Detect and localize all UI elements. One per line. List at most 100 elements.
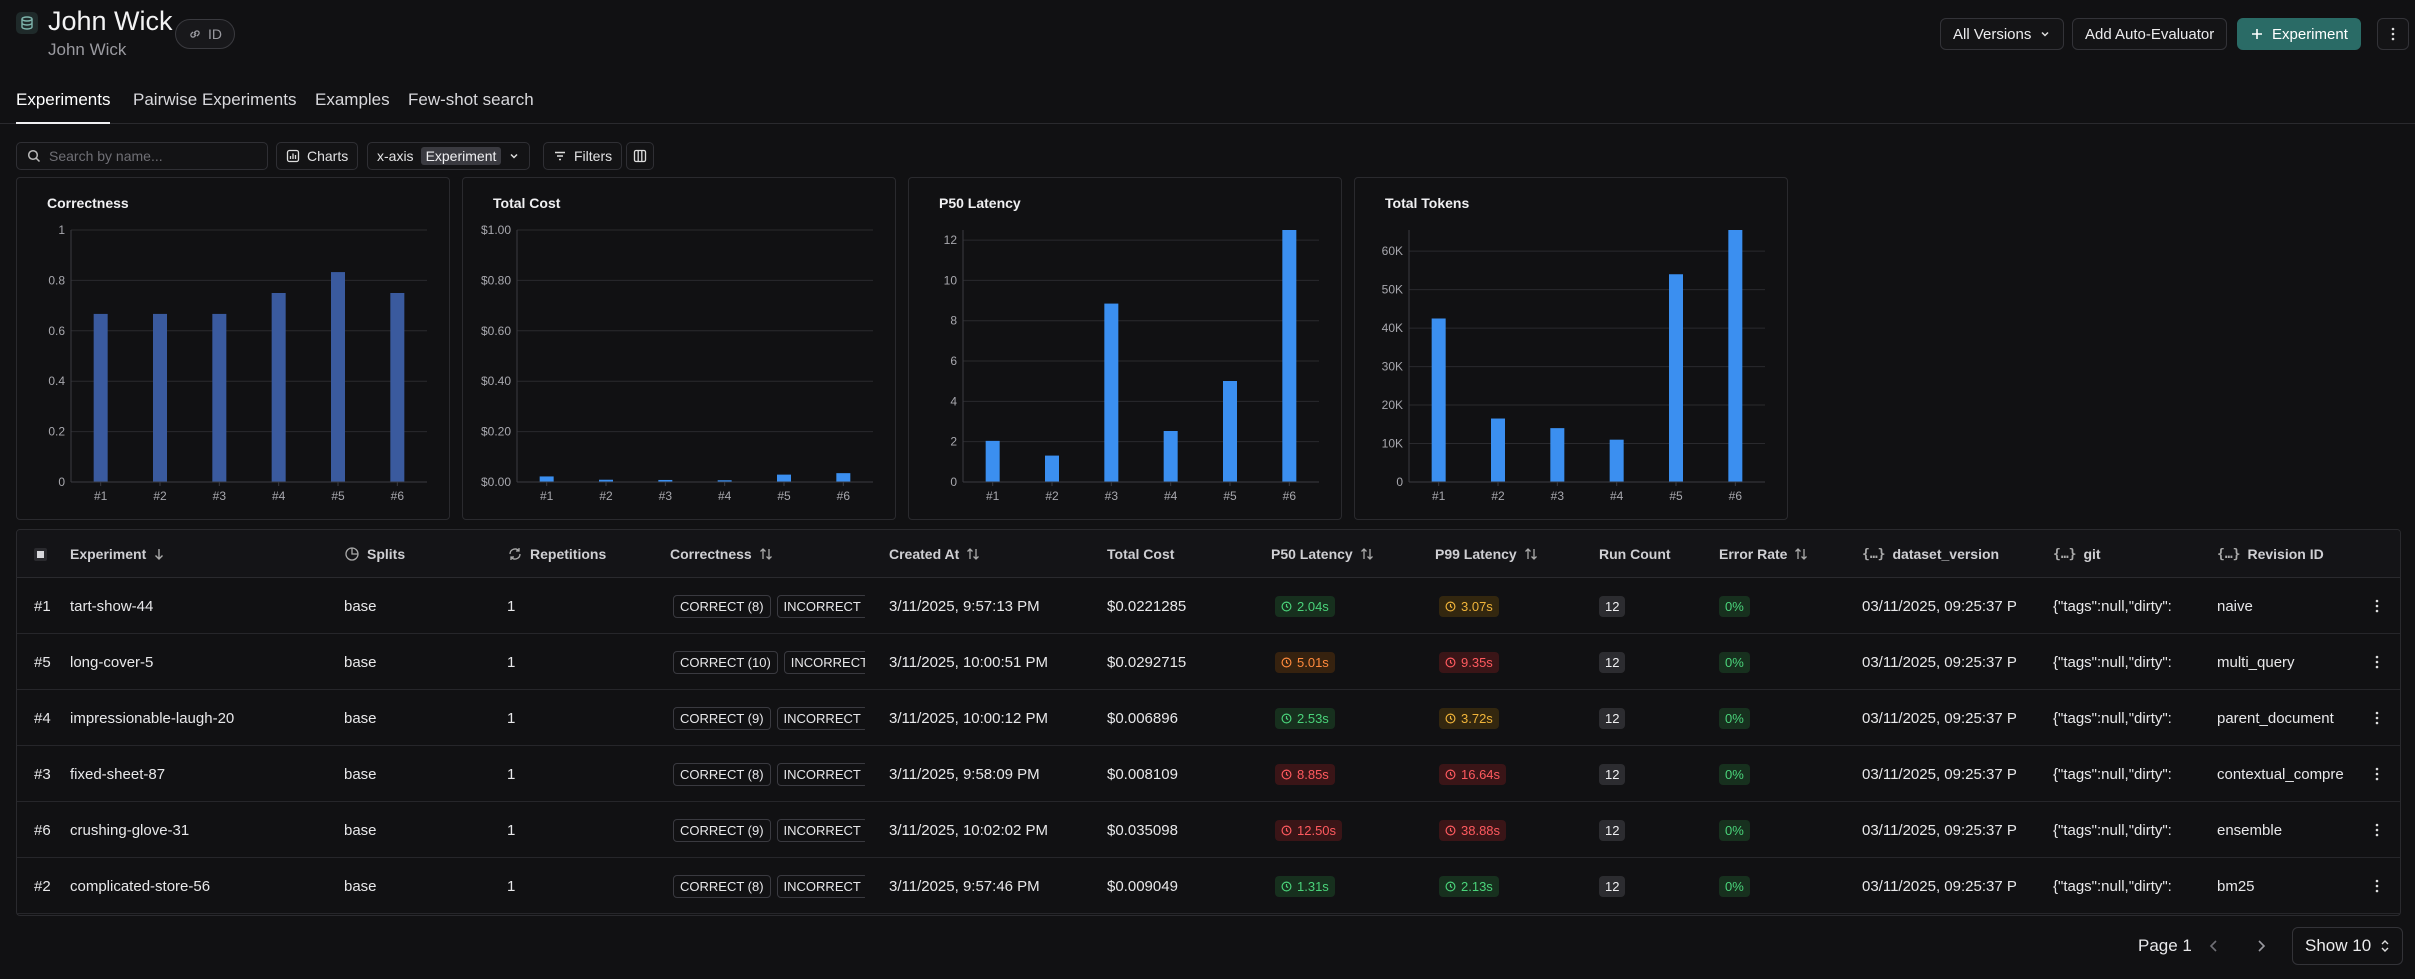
x-tick-label: #5 bbox=[1223, 489, 1237, 503]
split-value: base bbox=[344, 765, 377, 783]
repetitions-value: 1 bbox=[507, 877, 516, 895]
bar[interactable] bbox=[1431, 318, 1446, 482]
column-header-revision-id[interactable]: {…} Revision ID bbox=[2217, 530, 2324, 578]
table-row[interactable]: #2 complicated-store-56 base 1 3/11/2025, 9:… bbox=[17, 858, 2400, 914]
column-header-dataset-version[interactable]: {…} dataset_version bbox=[1862, 530, 1999, 578]
more-options-button[interactable] bbox=[2377, 18, 2409, 50]
column-header-p50-latency[interactable]: P50 Latency bbox=[1271, 530, 1374, 578]
latency-value: 3.07s bbox=[1461, 598, 1493, 614]
bar[interactable] bbox=[1045, 455, 1059, 482]
y-tick-label: $0.20 bbox=[481, 425, 511, 439]
xaxis-select[interactable]: x-axis Experiment bbox=[367, 142, 531, 170]
row-menu-button[interactable] bbox=[2354, 634, 2400, 690]
tab-pairwise-experiments[interactable]: Pairwise Experiments bbox=[133, 90, 296, 122]
bar[interactable] bbox=[1550, 428, 1565, 482]
search-field[interactable] bbox=[16, 142, 268, 170]
bar[interactable] bbox=[93, 313, 108, 482]
row-menu-button[interactable] bbox=[2354, 578, 2400, 634]
column-header-error-rate[interactable]: Error Rate bbox=[1719, 530, 1808, 578]
chart-correctness: Correctness 0 0.2 0.4 0.6 0.8 1 #1 #2 #3 #4 #5 #6 bbox=[16, 177, 450, 520]
column-header-repetitions[interactable]: Repetitions bbox=[507, 530, 606, 578]
add-auto-evaluator-button[interactable]: Add Auto-Evaluator bbox=[2072, 18, 2228, 50]
row-menu-button[interactable] bbox=[2354, 746, 2400, 802]
table-row[interactable]: #3 fixed-sheet-87 base 1 3/11/2025, 9:58:09 … bbox=[17, 746, 2400, 802]
error-rate-value: 0% bbox=[1719, 819, 1750, 841]
search-input[interactable] bbox=[49, 148, 249, 164]
column-header-splits[interactable]: Splits bbox=[344, 530, 405, 578]
experiment-name[interactable]: fixed-sheet-87 bbox=[70, 746, 165, 802]
correctness-feedback[interactable]: CORRECT (8) INCORRECT bbox=[673, 578, 865, 634]
correctness-feedback[interactable]: CORRECT (8) INCORRECT bbox=[673, 858, 865, 914]
created-at-value: 3/11/2025, 9:57:46 PM bbox=[889, 877, 1040, 895]
tab-examples[interactable]: Examples bbox=[315, 90, 390, 122]
row-menu-button[interactable] bbox=[2354, 858, 2400, 914]
bar[interactable] bbox=[1669, 274, 1683, 482]
split-value: base bbox=[344, 821, 377, 839]
bar[interactable] bbox=[1282, 230, 1297, 482]
tab-experiments[interactable]: Experiments bbox=[16, 90, 111, 124]
column-header-git[interactable]: {…} git bbox=[2053, 530, 2101, 578]
bar[interactable] bbox=[390, 293, 405, 482]
correctness-feedback[interactable]: CORRECT (8) INCORRECT bbox=[673, 746, 865, 802]
experiment-name[interactable]: long-cover-5 bbox=[70, 634, 153, 690]
table-row[interactable]: #1 tart-show-44 base 1 3/11/2025, 9:57:13 PM… bbox=[17, 578, 2400, 634]
column-header-run-count[interactable]: Run Count bbox=[1599, 530, 1671, 578]
row-menu-button[interactable] bbox=[2354, 802, 2400, 858]
table-row[interactable]: #4 impressionable-laugh-20 base 1 3/11/2025,… bbox=[17, 690, 2400, 746]
column-header-total-cost[interactable]: Total Cost bbox=[1107, 530, 1174, 578]
column-header-p99-latency[interactable]: P99 Latency bbox=[1435, 530, 1538, 578]
charts-toggle-button[interactable]: Charts bbox=[276, 142, 359, 170]
bar[interactable] bbox=[1223, 380, 1237, 482]
bar[interactable] bbox=[1491, 418, 1505, 482]
incorrect-chip: INCORRECT bbox=[783, 650, 865, 674]
columns-button[interactable] bbox=[626, 142, 654, 170]
column-header-created-at[interactable]: Created At bbox=[889, 530, 980, 578]
filters-button[interactable]: Filters bbox=[543, 142, 623, 170]
chevron-down-icon bbox=[510, 153, 518, 159]
new-experiment-button[interactable]: Experiment bbox=[2237, 18, 2361, 50]
bar[interactable] bbox=[331, 272, 345, 482]
bar[interactable] bbox=[1104, 303, 1119, 482]
table-row[interactable]: #6 crushing-glove-31 base 1 3/11/2025, 10:02… bbox=[17, 802, 2400, 858]
bar[interactable] bbox=[212, 313, 227, 482]
error-rate-badge: 0% bbox=[1719, 802, 1750, 858]
bar[interactable] bbox=[1609, 439, 1624, 482]
experiment-name[interactable]: tart-show-44 bbox=[70, 578, 153, 634]
experiment-name[interactable]: complicated-store-56 bbox=[70, 858, 210, 914]
correctness-feedback[interactable]: CORRECT (10) INCORRECT bbox=[673, 634, 865, 690]
y-tick-label: 12 bbox=[944, 233, 958, 247]
bar[interactable] bbox=[153, 313, 167, 482]
kebab-icon bbox=[2375, 711, 2379, 725]
x-tick-label: #5 bbox=[777, 489, 791, 503]
select-all-checkbox[interactable] bbox=[34, 530, 47, 578]
prev-page-button[interactable] bbox=[2198, 930, 2230, 962]
error-rate-badge: 0% bbox=[1719, 634, 1750, 690]
experiment-name[interactable]: crushing-glove-31 bbox=[70, 802, 189, 858]
next-page-button[interactable] bbox=[2245, 930, 2277, 962]
bar[interactable] bbox=[836, 473, 851, 482]
tab-few-shot-search[interactable]: Few-shot search bbox=[408, 90, 534, 122]
table-row[interactable]: #5 long-cover-5 base 1 3/11/2025, 10:00:51 P… bbox=[17, 634, 2400, 690]
add-auto-evaluator-label: Add Auto-Evaluator bbox=[2085, 25, 2215, 43]
bar[interactable] bbox=[539, 476, 554, 482]
bar[interactable] bbox=[985, 440, 1000, 482]
bar[interactable] bbox=[1163, 430, 1178, 482]
bar[interactable] bbox=[777, 474, 791, 482]
y-tick-label: 0.8 bbox=[48, 273, 65, 287]
bar[interactable] bbox=[1728, 230, 1743, 482]
column-header-correctness[interactable]: Correctness bbox=[670, 530, 773, 578]
correctness-feedback[interactable]: CORRECT (9) INCORRECT bbox=[673, 690, 865, 746]
total-cost-value: $0.006896 bbox=[1107, 709, 1178, 727]
experiment-name[interactable]: impressionable-laugh-20 bbox=[70, 690, 234, 746]
x-tick-label: #1 bbox=[94, 489, 108, 503]
versions-dropdown[interactable]: All Versions bbox=[1940, 18, 2065, 50]
copy-id-button[interactable]: ID bbox=[175, 19, 235, 49]
bar[interactable] bbox=[271, 293, 286, 482]
run-count-value: 12 bbox=[1599, 763, 1626, 785]
row-menu-button[interactable] bbox=[2354, 690, 2400, 746]
page-size-select[interactable]: Show 10 bbox=[2292, 927, 2403, 965]
column-header-experiment[interactable]: Experiment bbox=[70, 530, 165, 578]
correctness-feedback[interactable]: CORRECT (9) INCORRECT bbox=[673, 802, 865, 858]
latency-value: 2.53s bbox=[1297, 710, 1329, 726]
tab-bar: Experiments Pairwise Experiments Example… bbox=[0, 86, 2415, 124]
